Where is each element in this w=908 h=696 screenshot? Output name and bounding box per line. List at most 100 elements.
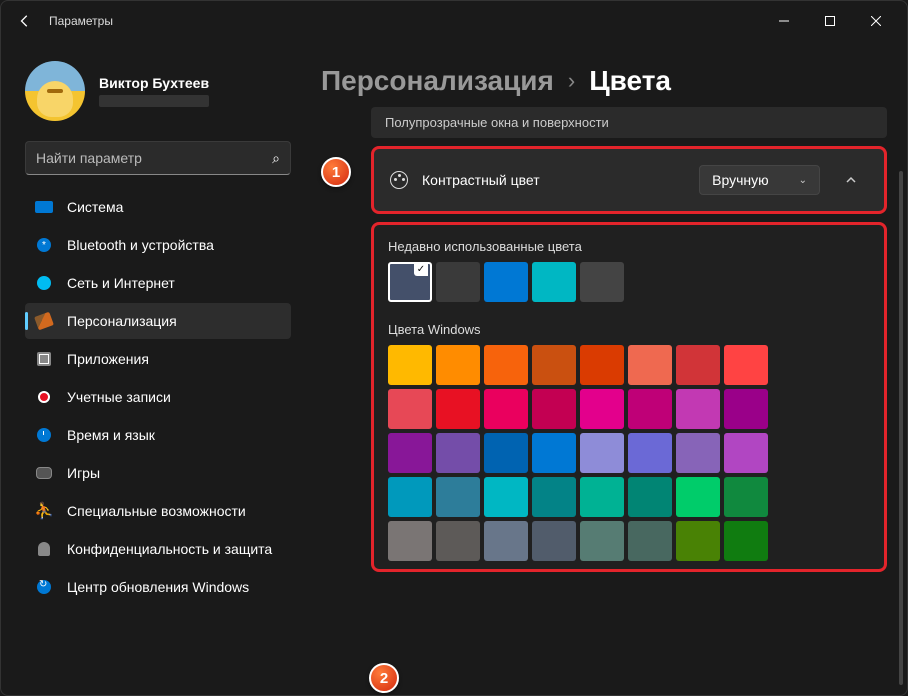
color-swatch[interactable] xyxy=(388,477,432,517)
color-swatch[interactable] xyxy=(532,477,576,517)
color-swatch[interactable] xyxy=(436,521,480,561)
color-swatch[interactable] xyxy=(628,345,672,385)
color-swatch[interactable] xyxy=(484,477,528,517)
callout-badge-1: 1 xyxy=(321,157,351,187)
breadcrumb-current: Цвета xyxy=(589,65,671,97)
sidebar-item-label: Система xyxy=(67,199,123,215)
color-swatch[interactable] xyxy=(580,433,624,473)
color-swatch[interactable] xyxy=(436,477,480,517)
sidebar-item-system[interactable]: Система xyxy=(25,189,291,225)
user-email xyxy=(99,95,209,107)
color-swatch[interactable] xyxy=(676,433,720,473)
sidebar-item-personalization[interactable]: Персонализация xyxy=(25,303,291,339)
color-swatch[interactable] xyxy=(388,521,432,561)
color-swatch[interactable] xyxy=(676,521,720,561)
sidebar-item-label: Сеть и Интернет xyxy=(67,275,175,291)
color-swatch[interactable] xyxy=(580,477,624,517)
shield-icon xyxy=(38,542,50,556)
update-icon xyxy=(37,580,51,594)
breadcrumb: Персонализация › Цвета xyxy=(321,65,887,97)
color-swatch[interactable] xyxy=(676,477,720,517)
color-swatch[interactable] xyxy=(436,433,480,473)
recent-color-swatch[interactable] xyxy=(484,262,528,302)
sidebar-item-accounts[interactable]: Учетные записи xyxy=(25,379,291,415)
color-swatch[interactable] xyxy=(532,521,576,561)
recent-color-swatch[interactable] xyxy=(532,262,576,302)
recent-color-swatch[interactable] xyxy=(388,262,432,302)
sidebar-item-apps[interactable]: Приложения xyxy=(25,341,291,377)
sidebar-item-accessibility[interactable]: ⛹ Специальные возможности xyxy=(25,493,291,529)
game-icon xyxy=(36,467,52,479)
scrollbar[interactable] xyxy=(899,171,903,685)
sidebar-item-label: Учетные записи xyxy=(67,389,171,405)
minimize-button[interactable] xyxy=(761,1,807,41)
sidebar-item-label: Приложения xyxy=(67,351,149,367)
color-swatch[interactable] xyxy=(388,389,432,429)
breadcrumb-parent[interactable]: Персонализация xyxy=(321,65,554,97)
color-swatch[interactable] xyxy=(532,345,576,385)
chevron-down-icon: ⌄ xyxy=(799,175,807,186)
sidebar-item-label: Центр обновления Windows xyxy=(67,579,249,595)
color-swatch[interactable] xyxy=(484,389,528,429)
brush-icon xyxy=(34,312,54,331)
accessibility-icon: ⛹ xyxy=(35,502,53,520)
color-swatch[interactable] xyxy=(628,433,672,473)
search-input[interactable] xyxy=(36,150,272,166)
color-swatch[interactable] xyxy=(484,345,528,385)
color-swatch[interactable] xyxy=(724,433,768,473)
color-swatch[interactable] xyxy=(628,389,672,429)
search-box[interactable]: ⌕ xyxy=(25,141,291,175)
color-swatch[interactable] xyxy=(724,521,768,561)
sidebar-item-label: Время и язык xyxy=(67,427,155,443)
back-button[interactable] xyxy=(9,5,41,37)
user-name: Виктор Бухтеев xyxy=(99,75,209,91)
color-swatch[interactable] xyxy=(580,521,624,561)
sidebar-item-label: Игры xyxy=(67,465,100,481)
close-button[interactable] xyxy=(853,1,899,41)
accent-label: Контрастный цвет xyxy=(422,172,685,188)
clock-icon xyxy=(37,428,51,442)
palette-icon xyxy=(390,171,408,189)
color-swatch[interactable] xyxy=(532,433,576,473)
color-swatch[interactable] xyxy=(724,477,768,517)
accent-color-row[interactable]: Контрастный цвет Вручную ⌄ xyxy=(371,146,887,214)
sidebar-item-update[interactable]: Центр обновления Windows xyxy=(25,569,291,605)
maximize-button[interactable] xyxy=(807,1,853,41)
sidebar-item-label: Bluetooth и устройства xyxy=(67,237,214,253)
sidebar-item-bluetooth[interactable]: * Bluetooth и устройства xyxy=(25,227,291,263)
color-swatch[interactable] xyxy=(676,345,720,385)
color-swatch[interactable] xyxy=(580,345,624,385)
sidebar-item-gaming[interactable]: Игры xyxy=(25,455,291,491)
color-swatch[interactable] xyxy=(388,433,432,473)
sidebar-item-label: Конфиденциальность и защита xyxy=(67,541,272,557)
transparency-row[interactable]: Полупрозрачные окна и поверхности xyxy=(371,107,887,138)
color-swatch[interactable] xyxy=(436,389,480,429)
color-swatch[interactable] xyxy=(532,389,576,429)
color-swatch[interactable] xyxy=(580,389,624,429)
user-block[interactable]: Виктор Бухтеев xyxy=(25,61,291,121)
app-title: Параметры xyxy=(49,14,113,28)
accent-mode-dropdown[interactable]: Вручную ⌄ xyxy=(699,165,820,195)
color-swatch[interactable] xyxy=(436,345,480,385)
sidebar-item-time[interactable]: Время и язык xyxy=(25,417,291,453)
collapse-button[interactable] xyxy=(834,163,868,197)
color-swatch[interactable] xyxy=(628,477,672,517)
color-swatch[interactable] xyxy=(484,433,528,473)
sidebar-item-network[interactable]: Сеть и Интернет xyxy=(25,265,291,301)
recent-color-swatch[interactable] xyxy=(580,262,624,302)
recent-color-swatch[interactable] xyxy=(436,262,480,302)
color-swatch[interactable] xyxy=(724,345,768,385)
color-swatch[interactable] xyxy=(388,345,432,385)
accounts-icon xyxy=(38,391,50,403)
sidebar-item-privacy[interactable]: Конфиденциальность и защита xyxy=(25,531,291,567)
color-swatch[interactable] xyxy=(484,521,528,561)
color-swatch[interactable] xyxy=(628,521,672,561)
search-icon: ⌕ xyxy=(272,150,280,167)
avatar xyxy=(25,61,85,121)
color-swatch[interactable] xyxy=(676,389,720,429)
color-swatch[interactable] xyxy=(724,389,768,429)
recent-colors-label: Недавно использованные цвета xyxy=(388,239,870,254)
sidebar-item-label: Специальные возможности xyxy=(67,503,246,519)
bluetooth-icon: * xyxy=(37,238,51,252)
chevron-right-icon: › xyxy=(568,68,575,94)
